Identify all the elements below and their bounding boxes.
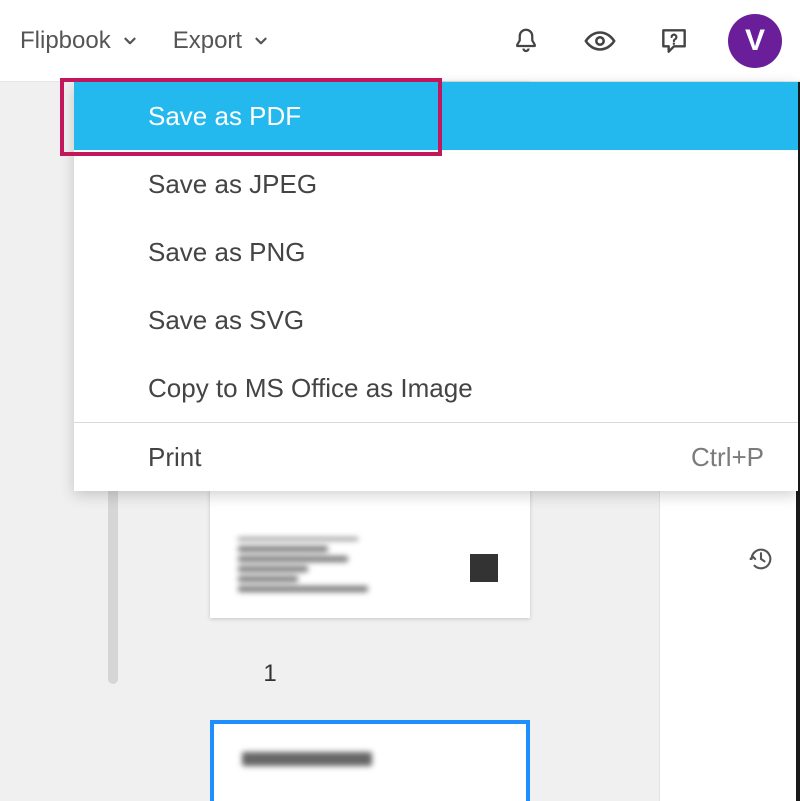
history-button[interactable] (744, 542, 778, 576)
export-menu: Save as PDF Save as JPEG Save as PNG Sav… (74, 82, 798, 491)
page-thumb-2-selected[interactable] (210, 720, 530, 801)
menu-item-print[interactable]: Print Ctrl+P (74, 423, 798, 491)
menu-item-label: Save as PDF (148, 101, 301, 132)
page-number-1: 1 (0, 660, 540, 688)
help-icon (658, 25, 690, 57)
menu-item-shortcut: Ctrl+P (691, 442, 764, 473)
menu-item-label: Save as SVG (148, 305, 304, 336)
help-button[interactable] (654, 21, 694, 61)
menu-item-copy-office[interactable]: Copy to MS Office as Image (74, 354, 798, 422)
menu-item-save-pdf[interactable]: Save as PDF (74, 82, 798, 150)
export-label: Export (173, 27, 242, 55)
menu-item-save-svg[interactable]: Save as SVG (74, 286, 798, 354)
export-dropdown[interactable]: Export (173, 27, 270, 55)
notifications-button[interactable] (506, 21, 546, 61)
menu-item-label: Copy to MS Office as Image (148, 373, 473, 404)
menu-item-label: Print (148, 442, 201, 473)
top-toolbar: Flipbook Export V (0, 0, 800, 82)
menu-item-save-jpeg[interactable]: Save as JPEG (74, 150, 798, 218)
history-icon (747, 545, 775, 573)
bell-icon (511, 26, 541, 56)
toolbar-icons: V (506, 14, 782, 68)
flipbook-dropdown[interactable]: Flipbook (20, 27, 139, 55)
image-placeholder (470, 554, 498, 582)
eye-icon (583, 24, 617, 58)
preview-button[interactable] (580, 21, 620, 61)
menu-item-label: Save as JPEG (148, 169, 317, 200)
chevron-down-icon (121, 32, 139, 50)
menu-item-label: Save as PNG (148, 237, 306, 268)
avatar[interactable]: V (728, 14, 782, 68)
flipbook-label: Flipbook (20, 27, 111, 55)
menu-item-save-png[interactable]: Save as PNG (74, 218, 798, 286)
chevron-down-icon (252, 32, 270, 50)
avatar-initial: V (745, 24, 765, 58)
